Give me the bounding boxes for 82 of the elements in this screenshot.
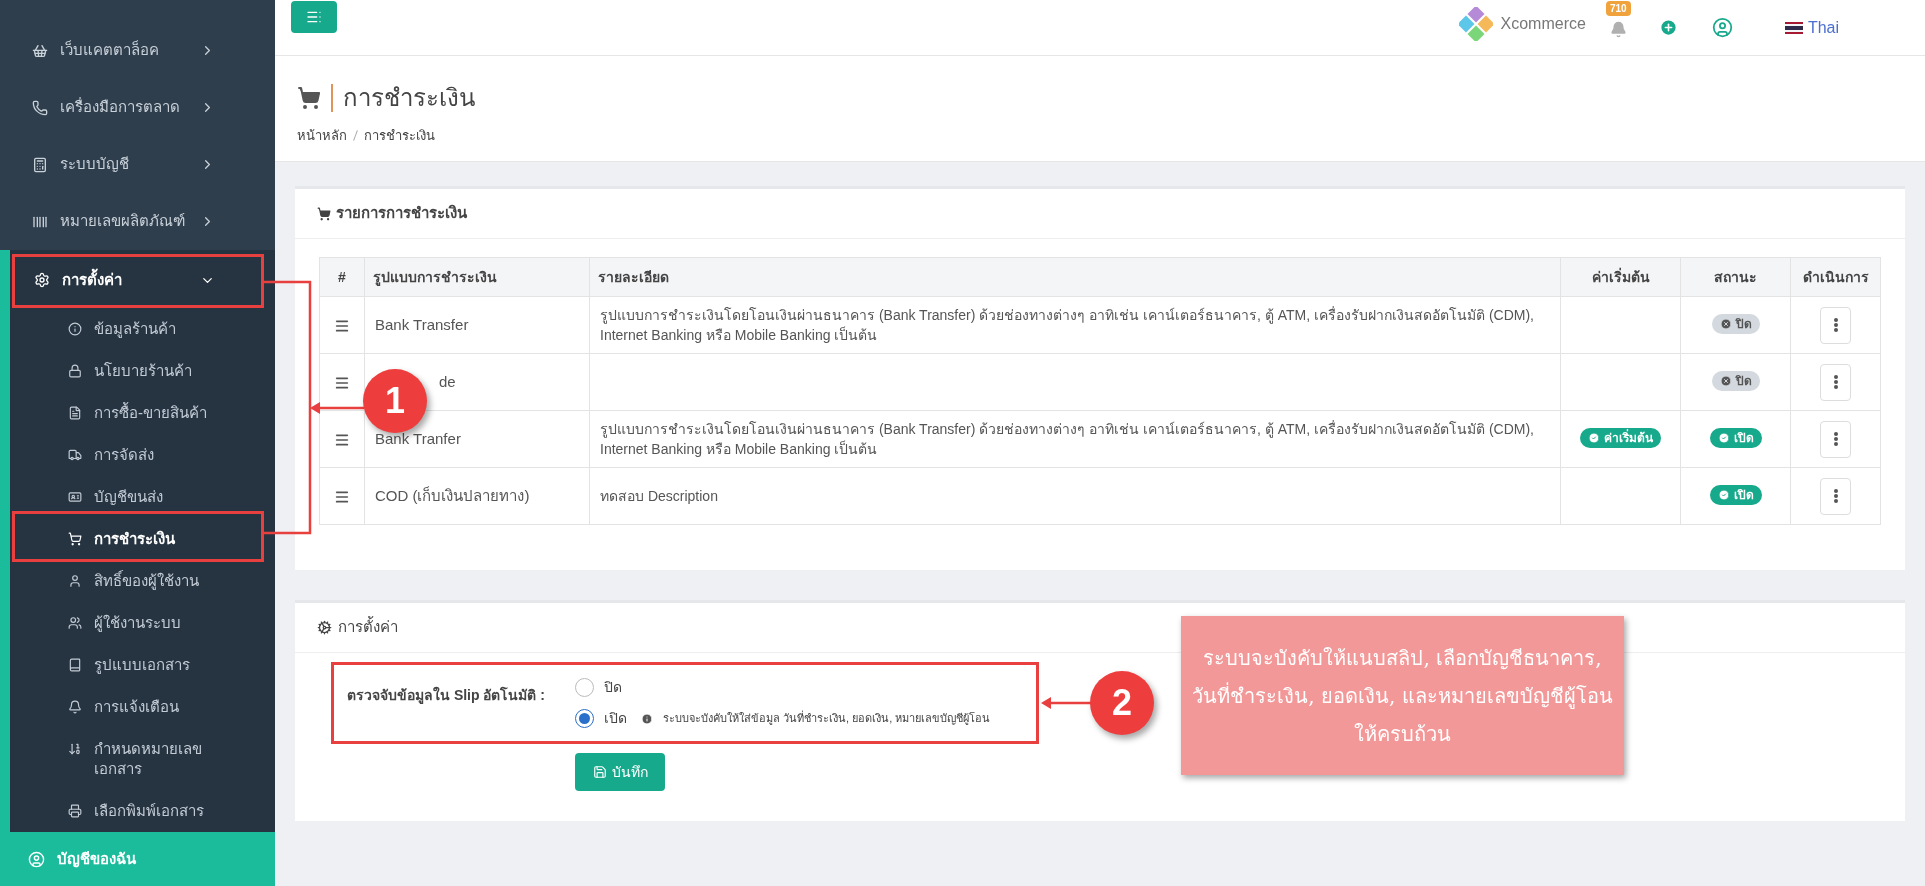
cart-icon bbox=[68, 532, 82, 546]
default-badge: ค่าเริ่มต้น bbox=[1580, 428, 1661, 448]
breadcrumb-item[interactable]: หน้าหลัก bbox=[297, 126, 347, 146]
brand-link[interactable]: Xcommerce bbox=[1458, 6, 1586, 41]
field-label: ตรวจจับข้อมูลใน Slip อัตโนมัติ : bbox=[347, 685, 545, 706]
column-header: # bbox=[319, 257, 365, 297]
leader-arrow bbox=[310, 402, 364, 414]
submenu-item[interactable]: ผู้ใช้งานระบบ bbox=[10, 602, 275, 644]
submenu-item[interactable]: การแจ้งเตือน bbox=[10, 686, 275, 728]
leader-arrow bbox=[1041, 697, 1092, 709]
cart-icon bbox=[297, 86, 321, 110]
calculator-icon bbox=[32, 156, 48, 173]
table-cell: รูปแบบการชำระเงินโดยโอนเงินผ่านธนาคาร (Bank Transfer) ด้วยช่องทางต่างๆ อาทิเช่น เคาน์เตอร์ธนาคาร, ตู้ ATM, เครื่องรับฝากเงินสดอัตโนมัติ (CDM), Internet Banking หรือ Mobile Banking เป็นต้น bbox=[589, 410, 1561, 468]
column-header: รายละเอียด bbox=[589, 257, 1561, 297]
sidebar-item[interactable]: ระบบบัญชี bbox=[0, 136, 275, 193]
more-actions-button[interactable] bbox=[1820, 420, 1851, 458]
kebab-icon bbox=[1833, 432, 1838, 446]
truck-icon bbox=[68, 448, 82, 462]
info-icon bbox=[68, 322, 82, 336]
menu-toggle-button[interactable] bbox=[291, 0, 337, 33]
table-cell: ทดสอบ Description bbox=[589, 467, 1561, 525]
more-actions-button[interactable] bbox=[1820, 363, 1851, 401]
lock-icon bbox=[68, 364, 82, 378]
sort-numeric-icon bbox=[68, 742, 82, 756]
basket-icon bbox=[32, 42, 48, 59]
table-cell: Bank Transfer bbox=[364, 296, 590, 354]
info-icon bbox=[641, 712, 653, 725]
sidebar-item[interactable]: เครื่องมือการตลาด bbox=[0, 79, 275, 136]
submenu-item[interactable]: กำหนดหมายเลขเอกสาร bbox=[10, 728, 275, 790]
column-header: ค่าเริ่มต้น bbox=[1560, 257, 1681, 297]
logo-icon bbox=[1458, 6, 1493, 41]
hint-text: ระบบจะบังคับให้ใส่ข้อมูล วันที่ชำระเงิน, ยอดเงิน, หมายเลขบัญชีผู้โอน bbox=[663, 710, 991, 727]
user-circle-icon bbox=[28, 850, 45, 868]
radio-label: เปิด bbox=[604, 709, 627, 728]
column-header: ดำเนินการ bbox=[1790, 257, 1881, 297]
submenu-item[interactable]: การซื้อ-ขายสินค้า bbox=[10, 392, 275, 434]
status-badge: ปิด bbox=[1711, 371, 1760, 391]
breadcrumb-item: การชำระเงิน bbox=[364, 127, 435, 145]
book-icon bbox=[68, 658, 82, 672]
submenu-item[interactable]: ข้อมูลร้านค้า bbox=[10, 308, 275, 350]
sidebar-item[interactable]: หมายเลขผลิตภัณฑ์ bbox=[0, 193, 275, 250]
user-icon bbox=[68, 574, 82, 588]
more-actions-button[interactable] bbox=[1820, 306, 1851, 344]
status-badge: ปิด bbox=[1711, 314, 1760, 334]
radio-label: ปิด bbox=[604, 678, 622, 697]
add-icon[interactable] bbox=[1658, 18, 1678, 37]
status-badge: เปิด bbox=[1709, 428, 1762, 448]
kebab-icon bbox=[1833, 318, 1838, 332]
document-icon bbox=[68, 406, 82, 420]
phone-icon bbox=[32, 99, 48, 116]
bell-icon bbox=[68, 700, 82, 714]
cart-icon bbox=[317, 206, 331, 221]
sidebar-item[interactable]: การตั้งค่า bbox=[10, 252, 275, 308]
users-icon bbox=[68, 616, 82, 630]
column-header: รูปแบบการชำระเงิน bbox=[364, 257, 590, 297]
notification-count: 710 bbox=[1605, 1, 1631, 16]
submenu-item[interactable]: นโยบายร้านค้า bbox=[10, 350, 275, 392]
submenu-item[interactable]: การชำระเงิน bbox=[10, 518, 275, 560]
thai-flag-icon bbox=[1784, 21, 1803, 34]
note-box: ระบบจะบังคับให้แนบสลิป, เลือกบัญชีธนาคาร, วันที่ชำระเงิน, ยอดเงิน, และหมายเลขบัญชีผู้โอน ให้ครบถ้วน bbox=[1181, 616, 1624, 775]
page-title: การชำระเงิน bbox=[343, 83, 475, 113]
table-cell: รูปแบบการชำระเงินโดยโอนเงินผ่านธนาคาร (Bank Transfer) ด้วยช่องทางต่างๆ อาทิเช่น เคาน์เตอร์ธนาคาร, ตู้ ATM, เครื่องรับฝากเงินสดอัตโนมัติ (CDM), Internet Banking หรือ Mobile Banking เป็นต้น bbox=[589, 296, 1561, 354]
status-badge: เปิด bbox=[1709, 485, 1762, 505]
table-cell: COD (เก็บเงินปลายทาง) bbox=[364, 467, 590, 525]
panel-title: รายการการชำระเงิน bbox=[336, 203, 467, 224]
submenu-item[interactable]: การจัดส่ง bbox=[10, 434, 275, 476]
printer-icon bbox=[68, 804, 82, 818]
kebab-icon bbox=[1833, 375, 1838, 389]
gear-icon bbox=[34, 272, 50, 288]
id-card-icon bbox=[68, 490, 82, 504]
submenu-item[interactable]: บัญชีขนส่ง bbox=[10, 476, 275, 518]
more-actions-button[interactable] bbox=[1820, 477, 1851, 515]
gears-icon bbox=[317, 620, 332, 635]
sidebar-item[interactable]: เว็บแคตตาล็อค bbox=[0, 22, 275, 79]
submenu-item[interactable]: เลือกพิมพ์เอกสาร bbox=[10, 790, 275, 832]
submenu-item[interactable]: สิทธิ์ของผู้ใช้งาน bbox=[10, 560, 275, 602]
panel-title: การตั้งค่า bbox=[338, 616, 398, 638]
column-header: สถานะ bbox=[1680, 257, 1791, 297]
language-selector[interactable]: Thai bbox=[1784, 15, 1839, 40]
kebab-icon bbox=[1833, 489, 1838, 503]
submenu-item[interactable]: รูปแบบเอกสาร bbox=[10, 644, 275, 686]
profile-icon[interactable] bbox=[1711, 17, 1733, 38]
